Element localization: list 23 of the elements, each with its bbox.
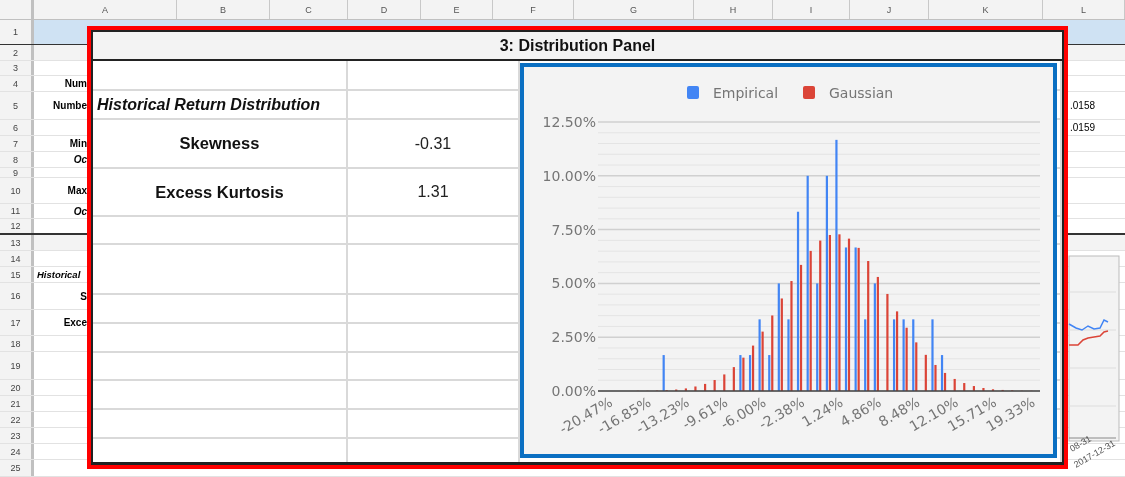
legend-label: Gaussian [829, 85, 894, 101]
panel-title: 3: Distribution Panel [93, 32, 1062, 61]
cell-text: Oc [73, 205, 87, 217]
axis-label: 2.50% [551, 329, 596, 346]
axis-label: 5.00% [551, 275, 596, 292]
cell-text: Oc [73, 154, 87, 165]
axis-label: 10.00% [542, 167, 596, 184]
axis-label: 12.50% [542, 114, 596, 130]
cell-text: Historical [37, 269, 81, 280]
table-cell: Skewness [93, 120, 348, 169]
cell-text: .0158 [1070, 100, 1096, 111]
cell-text: Exce [63, 317, 87, 328]
legend-label: Empirical [713, 85, 779, 101]
axis-label: 7.50% [551, 221, 596, 238]
table-cell: Excess Kurtosis [93, 169, 348, 217]
table-cell: Historical Return Distribution [93, 91, 348, 120]
cell-text: S [80, 290, 87, 302]
cell-text: .0159 [1070, 122, 1096, 133]
cell-text: Num [64, 78, 87, 89]
cell-text: Numbe [53, 100, 87, 111]
cell-text: Min [69, 138, 87, 149]
axis-label: 0.00% [551, 383, 596, 399]
cell-text: Max [67, 185, 87, 196]
